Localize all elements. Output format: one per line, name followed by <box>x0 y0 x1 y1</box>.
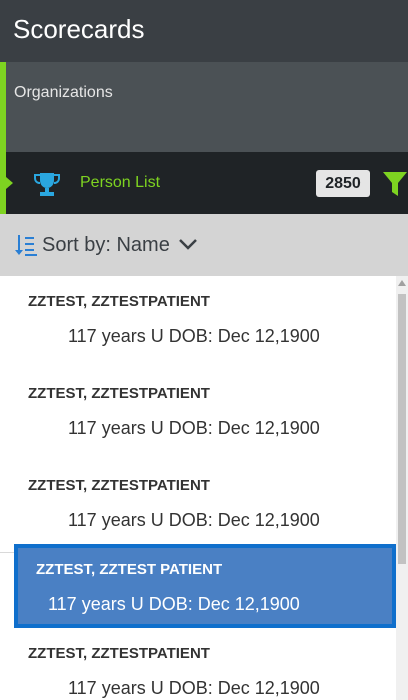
patient-name: ZZTEST, ZZTESTPATIENT <box>28 293 210 310</box>
patient-details: 117 years U DOB: Dec 12,1900 <box>68 510 320 530</box>
sort-icon <box>15 235 37 256</box>
app-header: Scorecards <box>0 0 408 62</box>
organizations-section[interactable]: Organizations <box>0 62 408 152</box>
patient-name: ZZTEST, ZZTESTPATIENT <box>28 645 210 662</box>
patient-name: ZZTEST, ZZTEST PATIENT <box>36 561 223 578</box>
list-item[interactable]: ZZTEST, ZZTESTPATIENT 117 years U DOB: D… <box>0 628 396 700</box>
person-count-badge: 2850 <box>316 170 370 197</box>
sort-label[interactable]: Sort by: Name <box>42 233 170 257</box>
scroll-up-arrow-icon[interactable] <box>398 280 406 286</box>
app-title: Scorecards <box>13 14 145 44</box>
scrollbar-thumb[interactable] <box>398 294 406 564</box>
patient-details: 117 years U DOB: Dec 12,1900 <box>68 678 320 698</box>
list-item-selected[interactable]: ZZTEST, ZZTEST PATIENT 117 years U DOB: … <box>14 544 396 628</box>
organizations-label[interactable]: Organizations <box>14 84 113 102</box>
person-list-bar[interactable]: Person List 2850 <box>0 152 408 214</box>
patient-details: 117 years U DOB: Dec 12,1900 <box>48 594 300 614</box>
list-item[interactable]: ZZTEST, ZZTESTPATIENT 117 years U DOB: D… <box>0 276 396 369</box>
sort-bar[interactable]: Sort by: Name <box>0 214 408 276</box>
filter-icon[interactable] <box>382 170 408 198</box>
list-scrollbar[interactable] <box>396 276 408 700</box>
caret-right-icon <box>6 177 13 189</box>
patient-name: ZZTEST, ZZTESTPATIENT <box>28 385 210 402</box>
patient-details: 117 years U DOB: Dec 12,1900 <box>68 326 320 346</box>
list-item[interactable]: ZZTEST, ZZTESTPATIENT 117 years U DOB: D… <box>0 460 396 553</box>
chevron-down-icon[interactable] <box>178 237 198 251</box>
trophy-icon <box>34 173 60 196</box>
organizations-accent-bar <box>0 62 6 152</box>
list-item[interactable]: ZZTEST, ZZTESTPATIENT 117 years U DOB: D… <box>0 368 396 461</box>
patient-list: ZZTEST, ZZTESTPATIENT 117 years U DOB: D… <box>0 276 396 700</box>
person-list-label[interactable]: Person List <box>80 172 160 194</box>
patient-name: ZZTEST, ZZTESTPATIENT <box>28 477 210 494</box>
patient-details: 117 years U DOB: Dec 12,1900 <box>68 418 320 438</box>
